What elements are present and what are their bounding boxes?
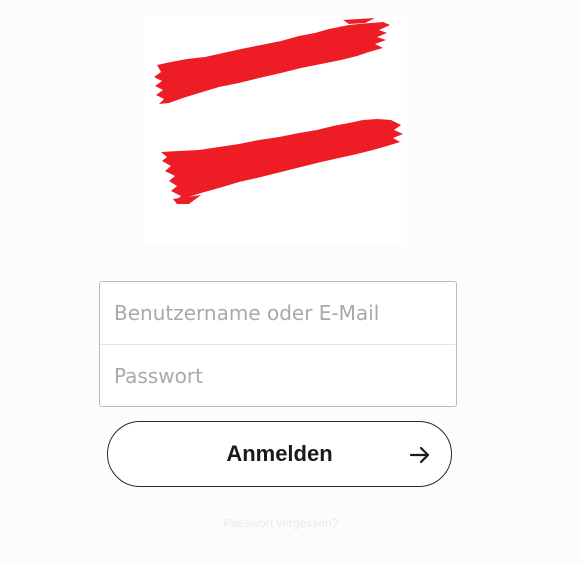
logo-stripe-bottom <box>161 119 403 201</box>
logo-card <box>143 16 407 242</box>
arrow-right-icon <box>409 446 430 464</box>
login-form <box>99 281 457 407</box>
password-field[interactable] <box>100 345 456 407</box>
forgot-password-link[interactable]: Passwort vergessen? <box>0 516 562 530</box>
login-button[interactable]: Anmelden <box>107 421 452 487</box>
login-page: Anmelden Passwort vergessen? <box>0 0 582 564</box>
logo-stripe-top <box>154 22 390 104</box>
login-button-label: Anmelden <box>226 441 333 466</box>
red-stripes-logo <box>154 18 403 204</box>
username-field[interactable] <box>100 282 456 344</box>
